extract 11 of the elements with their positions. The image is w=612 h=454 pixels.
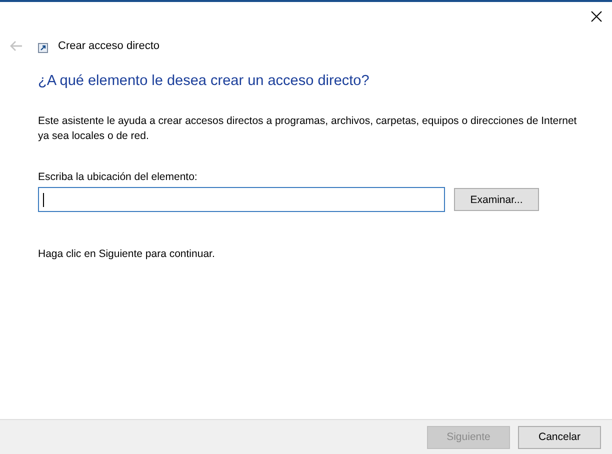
- hint-text: Haga clic en Siguiente para continuar.: [38, 248, 216, 260]
- window-title: Crear acceso directo: [58, 40, 160, 52]
- location-field[interactable]: [38, 187, 445, 212]
- dialog-button[interactable]: Cancelar: [518, 426, 601, 448]
- browse-button[interactable]: Examinar...: [454, 188, 539, 211]
- back-arrow-icon: [9, 40, 23, 52]
- close-icon: [590, 10, 602, 22]
- description-text: Este asistente le ayuda a crear accesos directos a programas, archivos, carpetas, equipos o direcciones de Internet ya sea locales o de red.: [38, 114, 578, 144]
- shortcut-icon: [38, 43, 48, 53]
- page-heading: ¿A qué elemento le desea crear un acceso directo?: [38, 73, 370, 89]
- field-label: Escriba la ubicación del elemento:: [38, 171, 198, 183]
